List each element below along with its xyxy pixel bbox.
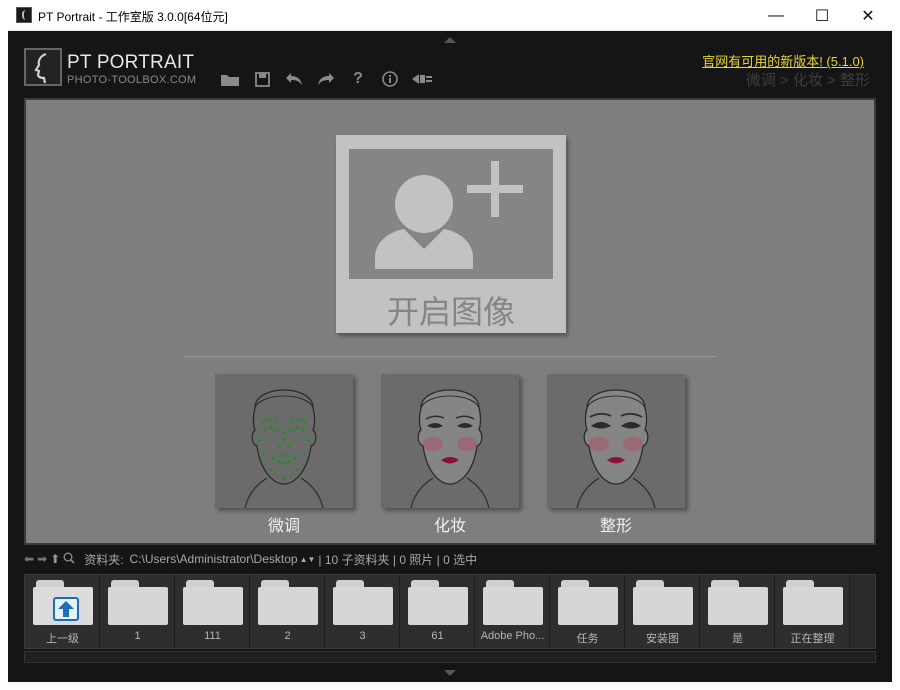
parent-folder-item[interactable]: 上一级	[25, 575, 100, 648]
folder-up-icon	[53, 597, 79, 621]
folder-name: Adobe Pho...	[480, 630, 545, 642]
folder-item[interactable]: 任务	[550, 575, 625, 648]
app-window: PT PORTRAIT PHOTO-TOOLBOX.COM ? 官网有可用的新版…	[8, 31, 892, 682]
folder-item[interactable]: 是	[700, 575, 775, 648]
update-available-link[interactable]: 官网有可用的新版本! (5.1.0)	[702, 51, 864, 70]
info-icon[interactable]	[374, 69, 406, 89]
folder-name: 安装图	[646, 633, 679, 645]
folder-item[interactable]: 61	[400, 575, 475, 648]
folder-icon	[558, 587, 618, 625]
reshape-mode-card[interactable]	[547, 374, 685, 509]
main-canvas: 开启图像 微调 化妆 整形	[24, 98, 876, 545]
back-arrow-icon[interactable]: ⬅	[24, 552, 34, 566]
folder-item[interactable]: 正在整理	[775, 575, 850, 648]
folder-stats: | 10 子资料夹 | 0 照片 | 0 选中	[318, 552, 478, 567]
face-reshape-icon	[576, 389, 656, 509]
open-image-button[interactable]: 开启图像	[336, 135, 566, 333]
folder-name: 上一级	[46, 633, 79, 645]
retouch-mode-label[interactable]: 微调	[215, 512, 353, 536]
open-image-placeholder	[349, 149, 553, 279]
folder-browser-strip: 上一级 1 111 2 3 61 Adobe Pho... 任务 安装图 是 正…	[24, 574, 876, 649]
folder-icon	[783, 587, 843, 625]
folder-icon	[483, 587, 543, 625]
collapse-bottom-arrow-icon[interactable]	[444, 670, 456, 676]
pt-portrait-logo-icon	[24, 48, 62, 86]
reshape-mode-label[interactable]: 整形	[547, 512, 685, 536]
maximize-button[interactable]: ☐	[799, 0, 845, 31]
brand-website: PHOTO-TOOLBOX.COM	[67, 74, 197, 86]
folder-icon	[183, 587, 243, 625]
folder-open-icon[interactable]	[214, 69, 246, 89]
folder-name: 111	[204, 630, 221, 642]
app-logo-icon	[16, 7, 32, 23]
face-makeup-icon	[410, 389, 490, 509]
forward-arrow-icon[interactable]: ➡	[37, 552, 47, 566]
folder-label: 资料夹:	[84, 552, 124, 567]
main-toolbar: ?	[214, 69, 438, 89]
search-icon[interactable]	[63, 552, 75, 567]
minimize-button[interactable]: —	[753, 0, 799, 31]
folder-icon	[708, 587, 768, 625]
add-person-icon	[375, 161, 523, 269]
folder-path-dropdown-icon[interactable]: ▲▼	[300, 555, 316, 564]
folder-name: 正在整理	[790, 633, 835, 645]
window-title: PT Portrait - 工作室版 3.0.0[64位元]	[38, 10, 228, 24]
folder-icon	[408, 587, 468, 625]
workflow-breadcrumb: 微调 > 化妆 > 整形	[745, 72, 870, 89]
folder-name: 61	[431, 630, 444, 642]
folder-strip-scrollbar[interactable]	[24, 651, 876, 663]
browser-statusbar: ⬅ ➡ ⬆ 资料夹: C:\Users\Administrator\Deskto…	[24, 549, 884, 569]
save-icon[interactable]	[246, 69, 278, 89]
collapse-top-arrow-icon[interactable]	[444, 37, 456, 43]
folder-name: 2	[284, 630, 291, 642]
folder-item[interactable]: 安装图	[625, 575, 700, 648]
brand-name: PT PORTRAIT	[67, 52, 195, 73]
close-button[interactable]: ✕	[845, 0, 891, 31]
folder-item[interactable]: 3	[325, 575, 400, 648]
folder-name: 是	[732, 633, 743, 645]
folder-name: 1	[134, 630, 141, 642]
makeup-mode-card[interactable]	[381, 374, 519, 509]
folder-item[interactable]: 2	[250, 575, 325, 648]
plugin-icon[interactable]	[406, 69, 438, 89]
folder-icon	[108, 587, 168, 625]
redo-icon[interactable]	[310, 69, 342, 89]
folder-path-select[interactable]: C:\Users\Administrator\Desktop	[130, 552, 298, 566]
face-landmarks-icon	[244, 389, 324, 509]
folder-item[interactable]: 1	[100, 575, 175, 648]
folder-name: 任务	[576, 633, 599, 645]
folder-item[interactable]: 111	[175, 575, 250, 648]
window-titlebar: PT Portrait - 工作室版 3.0.0[64位元] — ☐ ✕	[8, 0, 892, 31]
canvas-divider	[184, 356, 716, 357]
folder-icon	[333, 587, 393, 625]
retouch-mode-card[interactable]	[215, 374, 353, 509]
up-arrow-icon[interactable]: ⬆	[50, 552, 60, 566]
help-icon[interactable]: ?	[342, 69, 374, 89]
folder-icon	[258, 587, 318, 625]
folder-body	[33, 587, 93, 625]
makeup-mode-label[interactable]: 化妆	[381, 512, 519, 536]
folder-name: 3	[359, 630, 366, 642]
folder-icon	[633, 587, 693, 625]
open-image-label: 开启图像	[386, 294, 515, 330]
folder-item[interactable]: Adobe Pho...	[475, 575, 550, 648]
undo-icon[interactable]	[278, 69, 310, 89]
